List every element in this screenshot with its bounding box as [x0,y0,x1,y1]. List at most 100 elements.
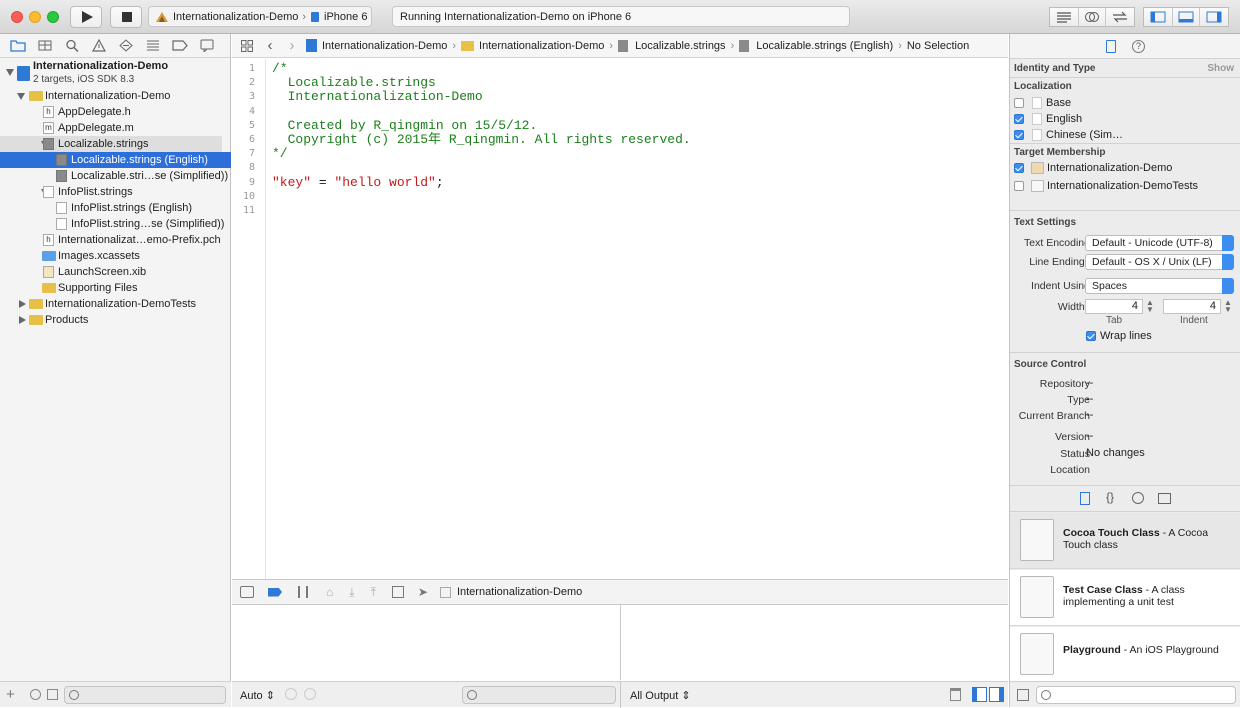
file-inspector-icon[interactable] [1106,40,1116,53]
view-toggle-segmented[interactable] [1143,7,1229,27]
info-icon[interactable] [304,688,316,700]
localization-checkbox[interactable] [1014,98,1024,108]
navigator-item[interactable]: Internationalization-Demo [0,88,231,104]
show-variables-view-icon[interactable] [972,687,987,702]
navigator-item[interactable]: m AppDelegate.m [0,120,231,136]
tab-width-stepper[interactable]: ▲ ▼ [1146,299,1154,314]
tab-width-field[interactable]: 4 [1085,299,1143,314]
step-over-icon[interactable]: ⌂ [326,585,333,599]
folder-icon[interactable] [8,39,27,52]
location-icon[interactable]: ➤ [418,585,428,599]
jump-item-project[interactable]: Internationalization-Demo [322,40,447,52]
navigator-item[interactable]: InfoPlist.string…se (Simplified)) [0,216,231,232]
navigator-item[interactable]: InfoPlist.strings (English) [0,200,231,216]
standard-editor-icon[interactable] [1050,8,1079,26]
localization-checkbox[interactable] [1014,130,1024,140]
text-encoding-popup[interactable]: Default - Unicode (UTF-8) [1085,235,1234,251]
file-template-library-icon[interactable] [1080,492,1090,505]
localization-checkbox[interactable] [1014,114,1024,124]
step-out-icon[interactable]: ⤒ [371,585,376,600]
symbol-navigator-icon[interactable] [35,39,54,52]
report-navigator-icon[interactable] [197,39,216,52]
eye-icon[interactable] [285,688,297,700]
hide-debug-area-icon[interactable] [240,586,254,598]
target-checkbox[interactable] [1014,163,1024,173]
navigator-item[interactable]: h Internationalizat…emo-Prefix.pch [0,232,231,248]
indent-using-popup[interactable]: Spaces [1085,278,1234,294]
disclosure-closed-icon[interactable] [19,316,26,324]
variables-filter-input[interactable] [462,686,616,704]
line-endings-popup[interactable]: Default - OS X / Unix (LF) [1085,254,1234,270]
navigator-item[interactable]: h AppDelegate.h [0,104,231,120]
jump-item-file[interactable]: Localizable.strings [635,40,726,52]
grid-view-icon[interactable] [1017,689,1029,701]
object-library-icon[interactable] [1132,492,1144,504]
utilities-toggle-icon[interactable] [1200,8,1228,26]
test-navigator-icon[interactable] [116,39,135,52]
jump-item-localization[interactable]: Localizable.strings (English) [756,40,893,52]
debug-target-name[interactable]: Internationalization-Demo [457,586,582,598]
zoom-window-button[interactable] [47,11,59,23]
library-filter-input[interactable] [1036,686,1236,704]
stop-button[interactable] [110,6,142,28]
scheme-selector[interactable]: Internationalization-Demo › iPhone 6 [148,6,372,27]
forward-arrow-icon[interactable]: › [282,37,302,54]
pause-icon[interactable] [298,586,308,598]
version-editor-icon[interactable] [1106,8,1134,26]
library-item[interactable]: Cocoa Touch Class - A Cocoa Touch class [1010,513,1240,569]
navigator-item[interactable]: Localizable.strings [0,136,222,152]
navigator-item[interactable]: Images.xcassets [0,248,231,264]
library-item[interactable]: Test Case Class - A class implementing a… [1010,570,1240,626]
console-output-popup[interactable]: All Output ⇕ [630,689,691,702]
debug-area-toggle-icon[interactable] [1173,8,1201,26]
code-snippet-library-icon[interactable]: {} [1106,490,1114,504]
wrap-lines-checkbox[interactable] [1086,331,1096,341]
search-icon[interactable] [62,39,81,52]
show-console-view-icon[interactable] [989,687,1004,702]
breakpoint-navigator-icon[interactable] [170,39,189,52]
navigator-filter-input[interactable] [64,686,226,704]
back-arrow-icon[interactable]: ‹ [258,37,282,54]
navigator-item[interactable]: Products [0,312,231,328]
library-item[interactable]: Playground - An iOS Playground [1010,627,1240,683]
minimize-window-button[interactable] [29,11,41,23]
source-control-filter-icon[interactable] [47,689,58,700]
editor-mode-segmented[interactable] [1049,7,1135,27]
console-view[interactable] [621,605,1008,680]
trash-icon[interactable] [950,688,961,701]
disclosure-open-icon[interactable] [17,93,25,100]
project-root-row[interactable]: Internationalization-Demo 2 targets, iOS… [0,60,231,88]
jump-item-symbol[interactable]: No Selection [907,40,969,52]
step-into-icon[interactable]: ⤓ [349,585,354,600]
assistant-editor-icon[interactable] [1079,8,1107,26]
recent-files-icon[interactable] [30,689,41,700]
breakpoints-toggle-icon[interactable] [268,587,282,597]
debug-navigator-icon[interactable] [143,39,162,52]
variables-view[interactable] [232,605,620,680]
navigator-item[interactable]: LaunchScreen.xib [0,264,231,280]
indent-width-stepper[interactable]: ▲ ▼ [1224,299,1232,314]
disclosure-closed-icon[interactable] [19,300,26,308]
navigator-item[interactable]: Localizable.stri…se (Simplified)) [0,168,231,184]
disclosure-open-icon[interactable] [6,69,14,76]
quick-help-icon[interactable]: ? [1132,40,1145,53]
show-toggle[interactable]: Show [1207,63,1234,74]
navigator-toggle-icon[interactable] [1144,8,1173,26]
indent-width-field[interactable]: 4 [1163,299,1221,314]
variables-scope-popup[interactable]: Auto ⇕ [240,689,275,702]
media-library-icon[interactable] [1158,493,1171,504]
related-items-icon[interactable] [236,39,258,52]
code-text-area[interactable]: /* Localizable.strings Internationalizat… [232,59,1008,579]
view-hierarchy-icon[interactable] [391,586,404,598]
warning-icon[interactable] [89,39,108,52]
jump-item-group[interactable]: Internationalization-Demo [479,40,604,52]
close-window-button[interactable] [11,11,23,23]
navigator-item[interactable]: Internationalization-DemoTests [0,296,231,312]
navigator-item[interactable]: InfoPlist.strings [0,184,231,200]
add-icon[interactable]: + [6,686,15,703]
navigator-item[interactable]: Supporting Files [0,280,231,296]
navigator-item[interactable]: Localizable.strings (English) [0,152,231,168]
device-icon [311,11,320,22]
run-button[interactable] [70,6,102,28]
target-checkbox[interactable] [1014,181,1024,191]
